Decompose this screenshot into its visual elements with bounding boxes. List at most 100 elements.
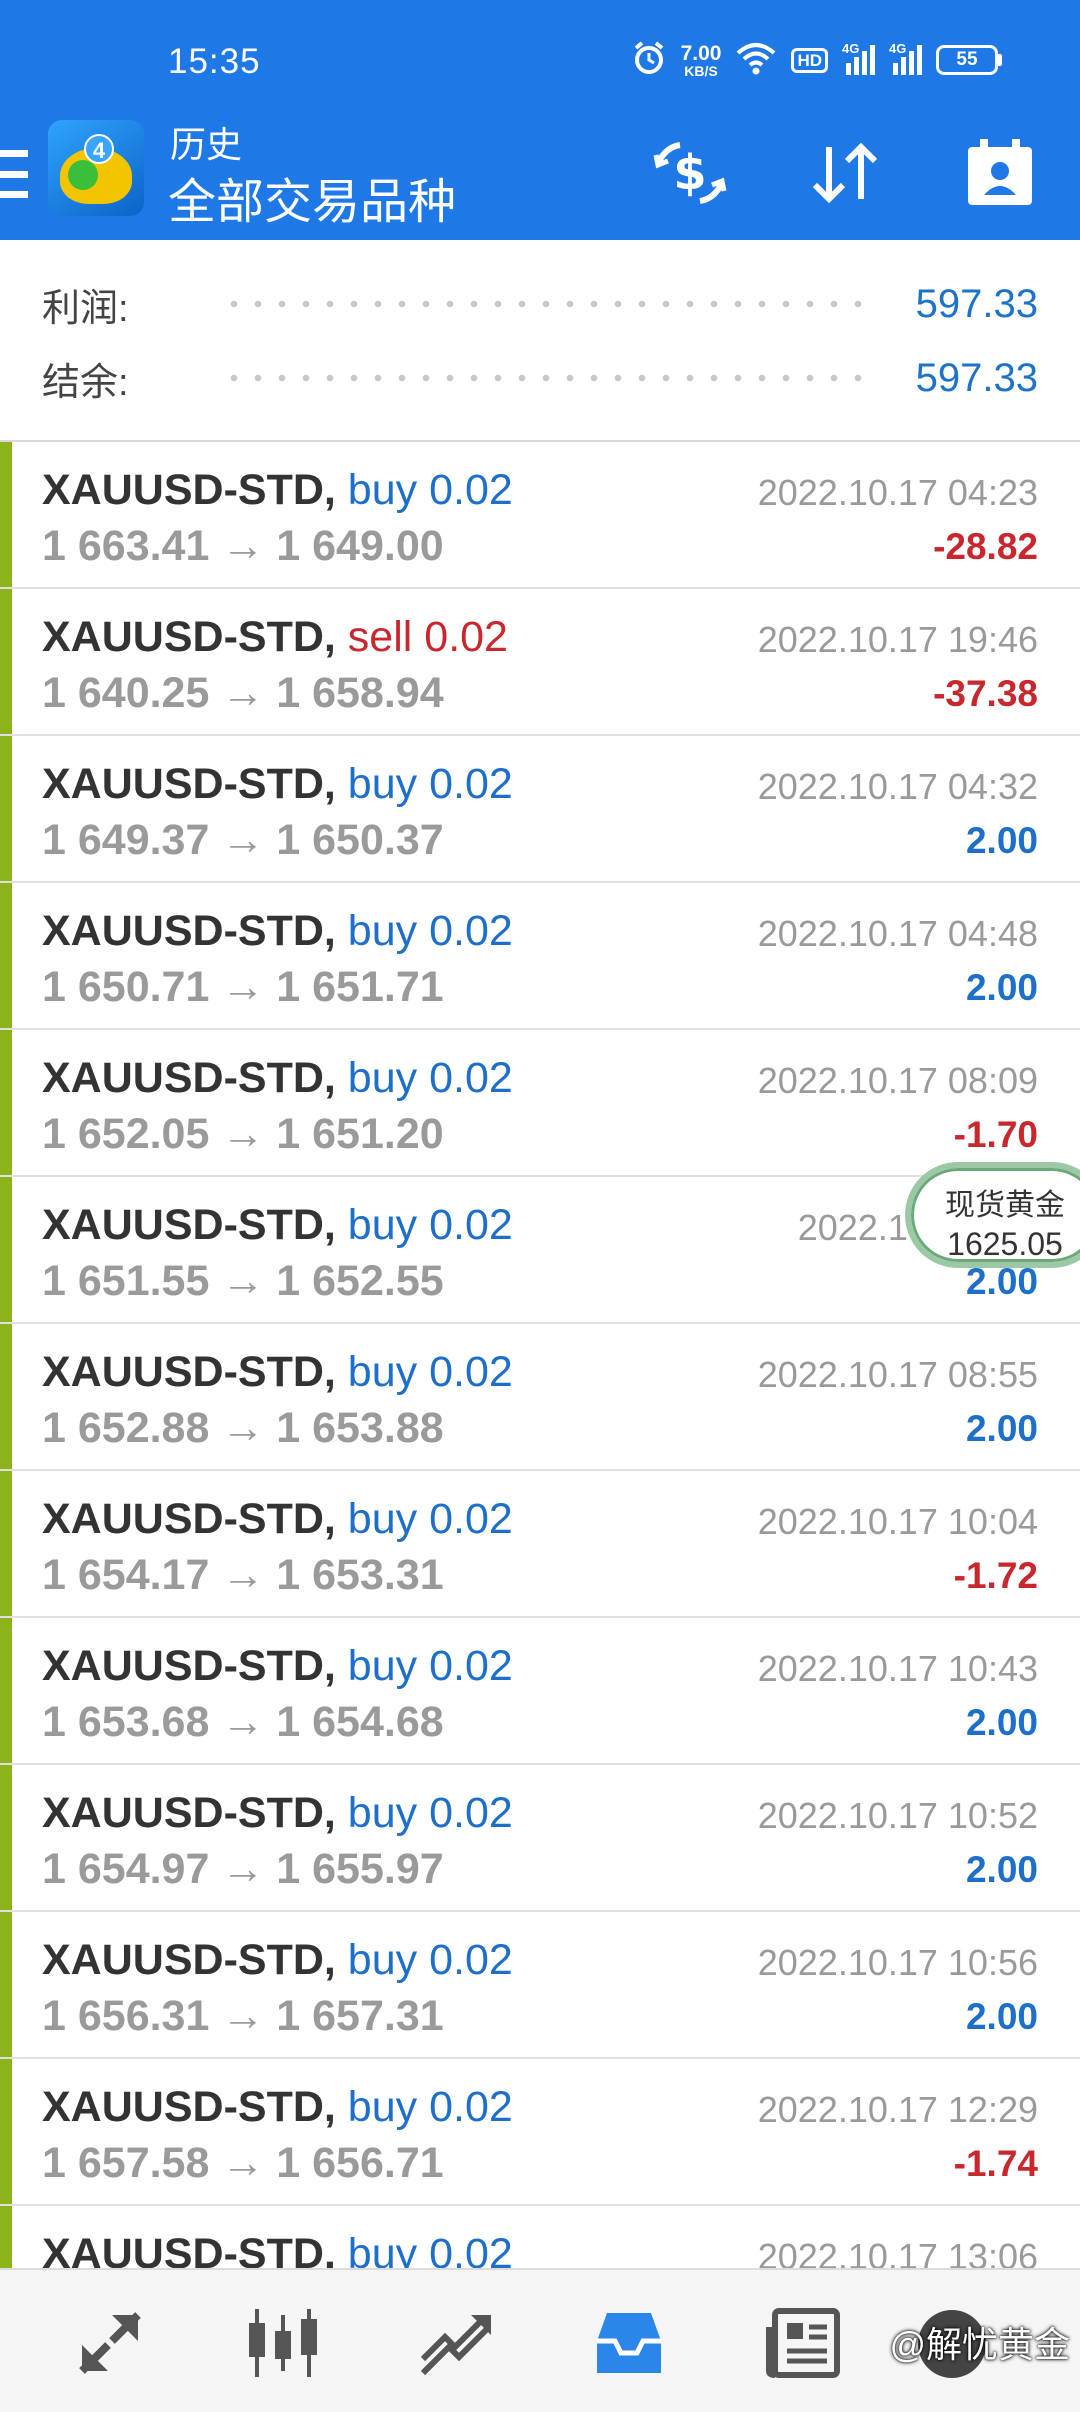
trade-side: buy bbox=[347, 1936, 418, 1984]
trade-row[interactable]: XAUUSD-STD, buy 0.02 1 650.71 → 1 651.71 2… bbox=[0, 883, 1080, 1030]
trade-prices: 1 650.71 → 1 651.71 bbox=[42, 963, 444, 1011]
status-icons: 7.00 KB/S HD 4G 4G 55 bbox=[631, 38, 1002, 82]
row-indicator-bar bbox=[0, 1471, 12, 1616]
network-speed: 7.00 KB/S bbox=[680, 41, 722, 79]
balance-row: 结余: 597.33 bbox=[42, 348, 1038, 408]
trade-history-list[interactable]: XAUUSD-STD, buy 0.02 1 663.41 → 1 649.00 2… bbox=[0, 442, 1080, 2268]
trade-time: 2022.10.17 08:55 bbox=[757, 1354, 1038, 1395]
trade-symbol-line: XAUUSD-STD, buy 0.02 bbox=[42, 1201, 513, 1250]
page-subtitle: 历史 bbox=[170, 124, 243, 165]
page-title[interactable]: 全部交易品种 bbox=[168, 162, 456, 232]
trade-symbol: XAUUSD-STD, bbox=[42, 1789, 336, 1837]
news-icon[interactable] bbox=[748, 2288, 858, 2398]
wifi-icon bbox=[735, 41, 777, 80]
hd-icon: HD bbox=[791, 47, 828, 73]
trade-symbol-line: XAUUSD-STD, buy 0.02 bbox=[42, 1495, 513, 1544]
history-icon[interactable] bbox=[574, 2288, 684, 2398]
trade-time: 2022.10.17 13:06 bbox=[757, 2236, 1038, 2268]
top-bar: 15:35 7.00 KB/S HD 4G 4G 55 4 历史 全部交易品种 … bbox=[0, 0, 1080, 240]
row-indicator-bar bbox=[0, 442, 12, 587]
trade-prices: 1 654.17 → 1 653.31 bbox=[42, 1551, 444, 1599]
trade-icon[interactable] bbox=[402, 2288, 512, 2398]
trade-volume: 0.02 bbox=[429, 2230, 513, 2268]
trade-symbol-line: XAUUSD-STD, buy 0.02 bbox=[42, 1054, 513, 1103]
app-bar: 4 历史 全部交易品种 $ bbox=[0, 110, 1080, 240]
trade-symbol-line: XAUUSD-STD, buy 0.02 bbox=[42, 2230, 513, 2268]
watermark: @解忧黄金 bbox=[889, 2324, 1070, 2365]
row-indicator-bar bbox=[0, 1618, 12, 1763]
trade-prices: 1 657.58 → 1 656.71 bbox=[42, 2139, 444, 2187]
quotes-icon[interactable] bbox=[55, 2288, 165, 2398]
trade-prices: 1 656.31 → 1 657.31 bbox=[42, 1992, 444, 2040]
trade-symbol-line: XAUUSD-STD, buy 0.02 bbox=[42, 2083, 513, 2132]
trade-side: sell bbox=[347, 613, 413, 661]
trade-row[interactable]: XAUUSD-STD, buy 0.02 2022.10.17 13:06 bbox=[0, 2206, 1080, 2268]
trade-symbol: XAUUSD-STD, bbox=[42, 907, 336, 955]
trade-side: buy bbox=[347, 760, 418, 808]
trade-prices: 1 652.05 → 1 651.20 bbox=[42, 1110, 444, 1158]
row-indicator-bar bbox=[0, 736, 12, 881]
trade-side: buy bbox=[347, 1789, 418, 1837]
trade-volume: 0.02 bbox=[429, 1642, 513, 1690]
calendar-contact-icon[interactable] bbox=[955, 128, 1045, 218]
signal-icon-2: 4G bbox=[889, 41, 922, 75]
trade-volume: 0.02 bbox=[429, 1348, 513, 1396]
status-bar: 15:35 7.00 KB/S HD 4G 4G 55 bbox=[0, 0, 1080, 110]
trade-profit: -1.70 bbox=[953, 1114, 1038, 1155]
trade-side: buy bbox=[347, 2083, 418, 2131]
trade-symbol-line: XAUUSD-STD, buy 0.02 bbox=[42, 1348, 513, 1397]
row-indicator-bar bbox=[0, 2059, 12, 2204]
trade-row[interactable]: XAUUSD-STD, buy 0.02 1 663.41 → 1 649.00 2… bbox=[0, 442, 1080, 589]
trade-row[interactable]: XAUUSD-STD, buy 0.02 1 649.37 → 1 650.37 2… bbox=[0, 736, 1080, 883]
trade-time: 2022.10.17 10:04 bbox=[757, 1501, 1038, 1542]
trade-profit: 2.00 bbox=[965, 1849, 1038, 1890]
chart-icon[interactable] bbox=[228, 2288, 338, 2398]
trade-time: 2022.10.17 10:52 bbox=[757, 1795, 1038, 1836]
trade-row[interactable]: XAUUSD-STD, buy 0.02 1 653.68 → 1 654.68 2… bbox=[0, 1618, 1080, 1765]
trade-symbol-line: XAUUSD-STD, buy 0.02 bbox=[42, 760, 513, 809]
trade-symbol: XAUUSD-STD, bbox=[42, 1495, 336, 1543]
trade-row[interactable]: XAUUSD-STD, buy 0.02 1 656.31 → 1 657.31 2… bbox=[0, 1912, 1080, 2059]
trade-volume: 0.02 bbox=[429, 1054, 513, 1102]
trade-prices: 1 649.37 → 1 650.37 bbox=[42, 816, 444, 864]
trade-symbol: XAUUSD-STD, bbox=[42, 466, 336, 514]
trade-row[interactable]: XAUUSD-STD, buy 0.02 1 654.97 → 1 655.97 2… bbox=[0, 1765, 1080, 1912]
row-indicator-bar bbox=[0, 1765, 12, 1910]
trade-volume: 0.02 bbox=[429, 1936, 513, 1984]
trade-volume: 0.02 bbox=[429, 760, 513, 808]
trade-profit: -37.38 bbox=[933, 673, 1038, 714]
bottom-navigation: @解忧黄金 bbox=[0, 2268, 1080, 2412]
row-indicator-bar bbox=[0, 1177, 12, 1322]
row-indicator-bar bbox=[0, 589, 12, 734]
trade-row[interactable]: XAUUSD-STD, buy 0.02 1 654.17 → 1 653.31 2… bbox=[0, 1471, 1080, 1618]
row-indicator-bar bbox=[0, 1324, 12, 1469]
trade-row[interactable]: XAUUSD-STD, buy 0.02 1 652.05 → 1 651.20 2… bbox=[0, 1030, 1080, 1177]
trade-symbol: XAUUSD-STD, bbox=[42, 2230, 336, 2268]
dotted-leader bbox=[222, 374, 876, 382]
trade-profit: -28.82 bbox=[933, 526, 1038, 567]
trade-symbol-line: XAUUSD-STD, buy 0.02 bbox=[42, 1642, 513, 1691]
trade-profit: 2.00 bbox=[965, 967, 1038, 1008]
balance-value: 597.33 bbox=[915, 355, 1038, 400]
battery-icon: 55 bbox=[936, 45, 1002, 75]
trade-symbol-line: XAUUSD-STD, buy 0.02 bbox=[42, 1936, 513, 1985]
trade-time: 2022.10.17 12:29 bbox=[757, 2089, 1038, 2130]
trade-row[interactable]: XAUUSD-STD, buy 0.02 1 652.88 → 1 653.88 2… bbox=[0, 1324, 1080, 1471]
trade-profit: 2.00 bbox=[965, 1702, 1038, 1743]
trade-row[interactable]: XAUUSD-STD, buy 0.02 1 657.58 → 1 656.71 2… bbox=[0, 2059, 1080, 2206]
currency-exchange-icon[interactable]: $ bbox=[645, 128, 735, 218]
trade-side: buy bbox=[347, 466, 418, 514]
sort-icon[interactable] bbox=[800, 128, 890, 218]
trade-volume: 0.02 bbox=[429, 466, 513, 514]
summary-panel: 利润: 597.33 结余: 597.33 bbox=[0, 240, 1080, 442]
spot-gold-floating-badge[interactable]: 现货黄金 1625.05 bbox=[905, 1162, 1080, 1268]
hamburger-menu-icon[interactable] bbox=[0, 150, 28, 198]
svg-text:$: $ bbox=[673, 145, 706, 201]
row-indicator-bar bbox=[0, 2206, 12, 2268]
trade-profit: 2.00 bbox=[965, 1408, 1038, 1449]
trade-row[interactable]: XAUUSD-STD, sell 0.02 1 640.25 → 1 658.94… bbox=[0, 589, 1080, 736]
trade-symbol: XAUUSD-STD, bbox=[42, 1936, 336, 1984]
trade-prices: 1 663.41 → 1 649.00 bbox=[42, 522, 444, 570]
trade-profit: -1.74 bbox=[953, 2143, 1038, 2184]
trade-symbol: XAUUSD-STD, bbox=[42, 1642, 336, 1690]
